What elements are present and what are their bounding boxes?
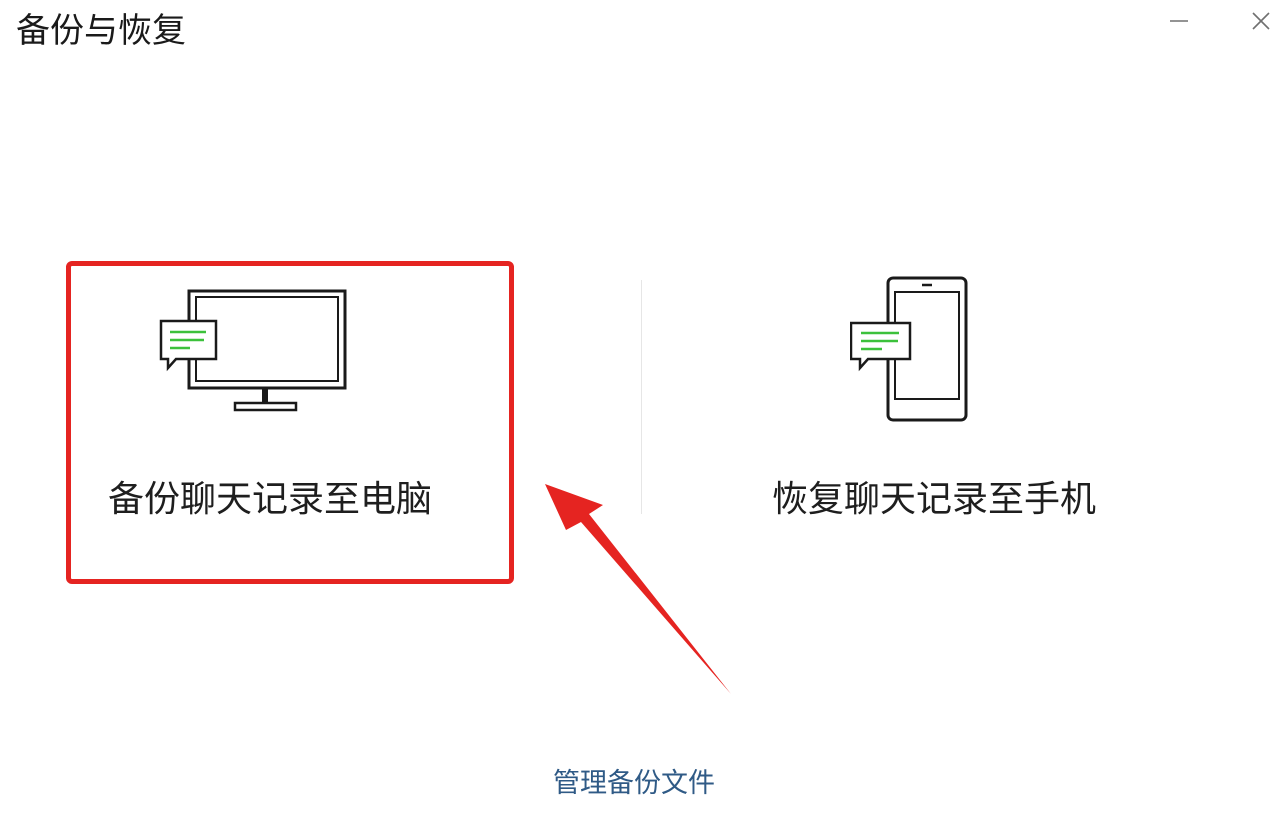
option-divider — [641, 280, 642, 514]
restore-to-phone-label: 恢复聊天记录至手机 — [772, 479, 1097, 520]
minimize-icon — [1170, 20, 1188, 22]
minimize-button[interactable] — [1162, 6, 1196, 36]
restore-to-phone-option[interactable]: 恢复聊天记录至手机 — [700, 262, 1140, 578]
backup-to-pc-label: 备份聊天记录至电脑 — [108, 479, 433, 520]
window-title: 备份与恢复 — [16, 11, 186, 51]
backup-to-pc-option[interactable]: 备份聊天记录至电脑 — [68, 262, 508, 578]
backup-restore-window: 备份与恢复 备份聊天记录至电脑 恢复聊天记录至手机 管理备份文件 — [0, 0, 1286, 840]
manage-backup-files-link[interactable]: 管理备份文件 — [553, 766, 715, 802]
close-icon — [1252, 12, 1270, 30]
phone-chat-icon — [849, 276, 980, 430]
monitor-chat-icon — [158, 286, 358, 420]
close-button[interactable] — [1244, 6, 1278, 36]
